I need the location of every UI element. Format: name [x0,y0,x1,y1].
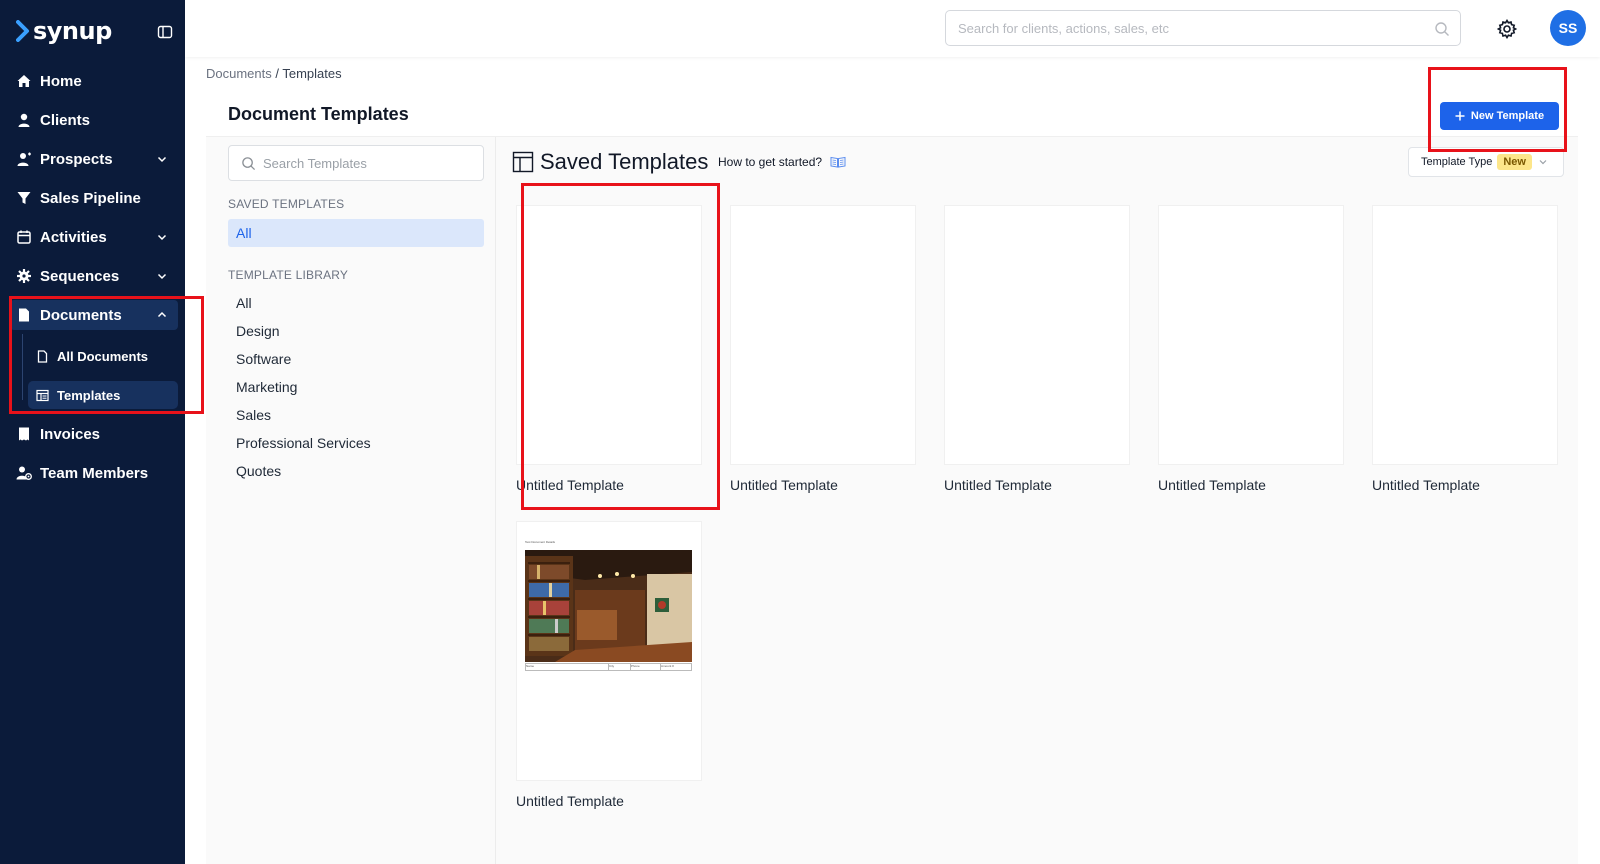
highlight-box-first-template [521,183,720,510]
library-filter-quotes[interactable]: Quotes [228,457,484,485]
library-filter-all[interactable]: All [228,289,484,317]
templates-panel: SAVED TEMPLATES All TEMPLATE LIBRARY All… [206,136,1578,864]
breadcrumb-documents-link[interactable]: Documents [206,66,272,81]
template-thumbnail[interactable] [944,205,1130,465]
template-filter-column: SAVED TEMPLATES All TEMPLATE LIBRARY All… [206,137,496,864]
template-thumbnail[interactable]: Test Document Details Name City Phone Am… [516,521,702,781]
how-to-get-started-label: How to get started? [718,155,823,169]
team-icon [16,465,32,481]
user-plus-icon [16,151,32,167]
preview-table-header: Amount # [661,664,674,668]
sidebar-item-team-members[interactable]: Team Members [10,458,178,488]
sidebar-item-home[interactable]: Home [10,66,178,96]
sidebar-item-label: Invoices [40,425,101,443]
synup-logo-icon [16,20,29,42]
calendar-icon [16,229,32,245]
library-filter-design[interactable]: Design [228,317,484,345]
template-search-input[interactable] [263,155,473,171]
layout-grid-icon [512,151,534,173]
preview-heading: Test Document Details [525,540,556,544]
template-card[interactable]: Untitled Template [1158,205,1344,493]
new-badge: New [1497,154,1532,170]
template-name[interactable]: Untitled Template [730,477,916,493]
saved-filter-all[interactable]: All [228,219,484,247]
template-card[interactable]: Test Document Details Name City Phone Am… [516,521,702,809]
settings-gear-icon[interactable] [1497,19,1517,39]
template-name[interactable]: Untitled Template [516,793,702,809]
library-filter-sales[interactable]: Sales [228,401,484,429]
template-thumbnail[interactable] [1372,205,1558,465]
sidebar-item-prospects[interactable]: Prospects [10,144,178,174]
template-name[interactable]: Untitled Template [944,477,1130,493]
template-name[interactable]: Untitled Template [1158,477,1344,493]
open-book-icon [830,156,846,168]
sidebar-item-label: Sequences [40,267,120,285]
template-thumbnail[interactable] [1158,205,1344,465]
sidebar-item-sequences[interactable]: Sequences [10,261,178,291]
saved-templates-title: Saved Templates [540,149,709,174]
brand-name: synup [33,17,112,45]
chevron-down-icon [157,273,167,280]
highlight-box-documents-menu [9,296,204,414]
sidebar-item-label: Team Members [40,464,149,482]
page-title: Document Templates [228,104,409,124]
sidebar-item-label: Prospects [40,150,113,168]
sidebar-item-invoices[interactable]: Invoices [10,419,178,449]
template-card[interactable]: Untitled Template [944,205,1130,493]
global-search[interactable] [945,10,1461,46]
preview-table-header: City [609,664,631,670]
sidebar-item-label: Activities [40,228,107,246]
sidebar-item-clients[interactable]: Clients [10,105,178,135]
funnel-icon [16,190,32,206]
cog-icon [16,268,32,284]
search-icon [1435,22,1449,36]
sidebar-item-activities[interactable]: Activities [10,222,178,252]
user-icon [16,112,32,128]
template-thumbnail[interactable] [730,205,916,465]
template-card[interactable]: Untitled Template [1372,205,1558,493]
user-avatar[interactable]: SS [1550,10,1586,46]
preview-table-header: Name [526,664,609,670]
library-interior-photo [525,550,692,662]
template-library-heading: TEMPLATE LIBRARY [228,268,349,282]
chevron-down-icon [1539,160,1547,165]
breadcrumb-current: Templates [282,66,342,81]
sidebar: synup Home Clients Prospects Sales Pipel… [0,0,185,864]
preview-table: Name City Phone Amount # [525,663,692,671]
how-to-get-started-link[interactable]: How to get started? [718,155,846,169]
home-icon [16,73,32,89]
library-filter-marketing[interactable]: Marketing [228,373,484,401]
sidebar-item-sales-pipeline[interactable]: Sales Pipeline [10,183,178,213]
top-bar: SS [185,0,1600,57]
saved-templates-header: Saved Templates [512,149,708,175]
template-search[interactable] [228,145,484,181]
saved-templates-heading: SAVED TEMPLATES [228,197,345,211]
highlight-box-new-template [1428,67,1567,152]
document-preview: Test Document Details Name City Phone Am… [525,540,693,671]
chevron-down-icon [157,234,167,241]
chevron-down-icon [157,156,167,163]
breadcrumb: Documents / Templates [206,66,342,81]
library-filter-software[interactable]: Software [228,345,484,373]
sidebar-collapse-icon[interactable] [157,24,173,40]
template-type-label: Template Type [1421,156,1493,168]
receipt-icon [16,426,32,442]
library-filter-professional-services[interactable]: Professional Services [228,429,484,457]
sidebar-item-label: Sales Pipeline [40,189,141,207]
brand-logo[interactable]: synup [16,16,112,46]
search-icon [242,157,256,171]
sidebar-item-label: Home [40,72,82,90]
template-name[interactable]: Untitled Template [1372,477,1558,493]
preview-table-header: Phone [631,664,661,670]
global-search-input[interactable] [958,20,1398,36]
template-card[interactable]: Untitled Template [730,205,916,493]
breadcrumb-separator: / [271,66,283,81]
photo-illustration [525,550,692,662]
sidebar-item-label: Clients [40,111,91,129]
